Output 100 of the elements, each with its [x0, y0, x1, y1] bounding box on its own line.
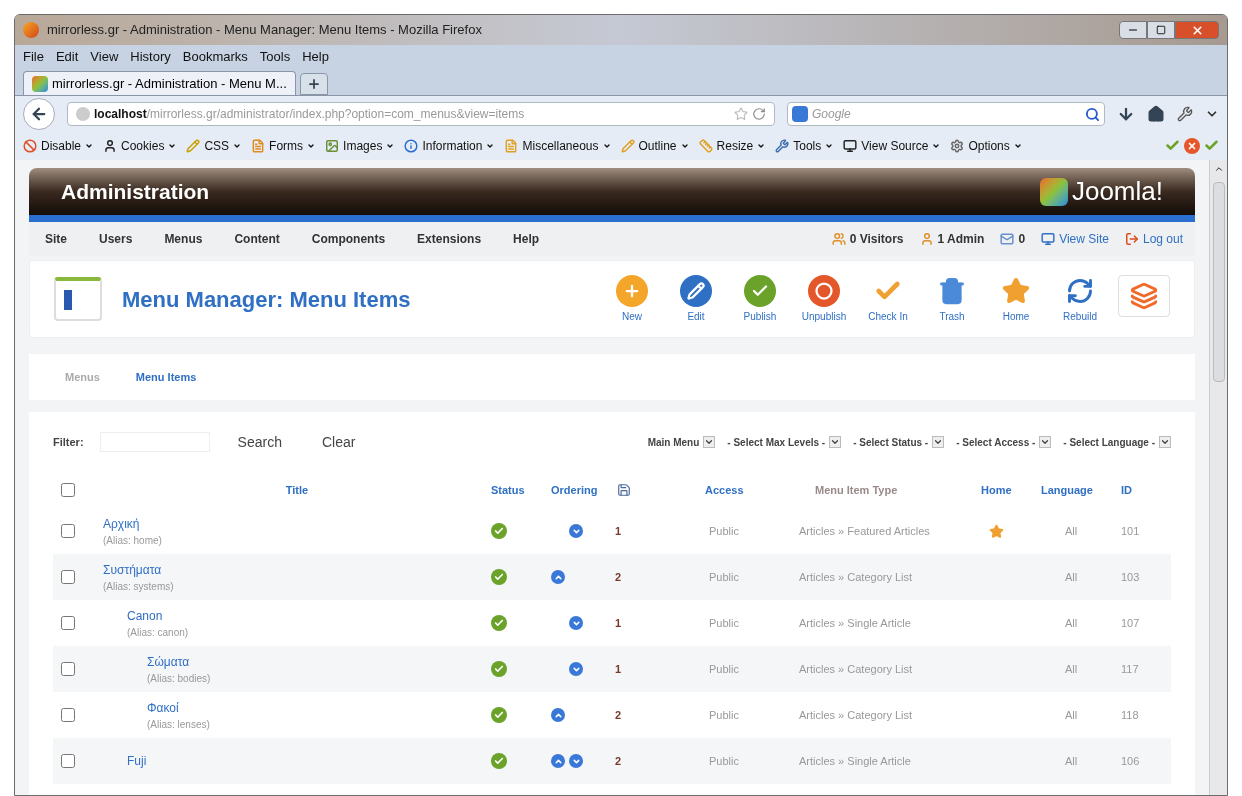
toolbar-menu-button[interactable]: Forms: [251, 137, 316, 155]
admin-menu-item[interactable]: Help: [513, 230, 540, 248]
row-checkbox[interactable]: [61, 524, 75, 538]
search-field[interactable]: Google: [812, 105, 1081, 123]
toolbar-menu-button[interactable]: View Source: [843, 137, 941, 155]
admin-menu-item[interactable]: Users: [99, 230, 133, 248]
admin-menu-item[interactable]: Components: [311, 230, 386, 248]
column-header[interactable]: Status: [491, 481, 551, 499]
order-up-icon[interactable]: [551, 570, 565, 584]
browser-tab[interactable]: mirrorless.gr - Administration - Menu M...: [23, 71, 296, 95]
menu-item[interactable]: Edit: [55, 47, 79, 67]
toolbar-button[interactable]: Home: [990, 274, 1042, 324]
published-icon[interactable]: [491, 707, 507, 723]
menu-item[interactable]: History: [130, 47, 171, 67]
order-up-icon[interactable]: [551, 754, 565, 768]
item-title-link[interactable]: Συστήματα: [103, 560, 491, 579]
menu-item[interactable]: View: [90, 47, 119, 67]
order-down-icon[interactable]: [569, 616, 583, 630]
toolbar-menu-button[interactable]: Outline: [620, 137, 689, 155]
row-checkbox[interactable]: [61, 708, 75, 722]
close-button[interactable]: [1175, 21, 1219, 39]
toolbar-menu-button[interactable]: Tools: [775, 137, 834, 155]
toolbar-menu-button[interactable]: Images: [325, 137, 395, 155]
select-all-checkbox[interactable]: [61, 483, 75, 497]
bookmark-star-icon[interactable]: [734, 107, 748, 121]
menu-item[interactable]: Tools: [259, 47, 291, 67]
toolbar-button[interactable]: Check In: [862, 274, 914, 324]
column-header[interactable]: Home: [981, 481, 1041, 499]
item-title-link[interactable]: Σώματα: [147, 652, 491, 671]
toolbar-menu-button[interactable]: Miscellaneous: [504, 137, 611, 155]
filter-button[interactable]: Search: [225, 431, 294, 453]
toolbar-menu-button[interactable]: Disable: [23, 137, 94, 155]
toolbar-button[interactable]: Unpublish: [798, 274, 850, 324]
filter-select[interactable]: - Select Max Levels -: [727, 434, 842, 450]
back-button[interactable]: [23, 98, 55, 130]
order-down-icon[interactable]: [569, 754, 583, 768]
toolbar-button[interactable]: New: [606, 274, 658, 324]
order-down-icon[interactable]: [569, 524, 583, 538]
scrollbar-thumb[interactable]: [1212, 182, 1225, 382]
scroll-up-icon[interactable]: [1213, 164, 1224, 174]
reload-icon[interactable]: [752, 107, 766, 121]
toolbar-menu-button[interactable]: Resize: [698, 137, 766, 155]
row-checkbox[interactable]: [61, 662, 75, 676]
toolbar-button[interactable]: [1118, 274, 1170, 317]
published-icon[interactable]: [491, 569, 507, 585]
minimize-button[interactable]: [1119, 21, 1147, 39]
home-star-icon[interactable]: [989, 523, 1004, 539]
item-title-link[interactable]: Canon: [127, 606, 491, 625]
order-down-icon[interactable]: [569, 662, 583, 676]
item-title-link[interactable]: Αρχική: [103, 514, 491, 533]
toolbar-menu-button[interactable]: CSS: [186, 137, 242, 155]
toolbar-button[interactable]: Rebuild: [1054, 274, 1106, 324]
address-field[interactable]: localhost/mirrorless.gr/administrator/index.php?option=com_menus&view=items: [67, 102, 775, 126]
search-icon[interactable]: [1085, 106, 1100, 122]
column-header[interactable]: Access: [681, 481, 791, 499]
column-header[interactable]: Title: [285, 481, 309, 499]
row-checkbox[interactable]: [61, 570, 75, 584]
admin-menu-item[interactable]: Site: [45, 230, 67, 248]
admin-menu-item[interactable]: Content: [234, 230, 280, 248]
row-checkbox[interactable]: [61, 754, 75, 768]
column-header[interactable]: Language: [1041, 481, 1121, 499]
toolbar-button[interactable]: Edit: [670, 274, 722, 324]
home-icon[interactable]: [1147, 105, 1165, 123]
menu-item[interactable]: Bookmarks: [182, 47, 248, 67]
status-link[interactable]: View Site: [1041, 230, 1109, 248]
filter-button[interactable]: Clear: [309, 431, 368, 453]
download-icon[interactable]: [1117, 105, 1135, 123]
status-link[interactable]: 0 Visitors: [831, 230, 904, 248]
toolbar-menu-button[interactable]: Cookies: [103, 137, 177, 155]
status-link[interactable]: 1 Admin: [919, 230, 985, 248]
maximize-button[interactable]: [1147, 21, 1175, 39]
toolbar-button[interactable]: Trash: [926, 274, 978, 324]
filter-select[interactable]: Main Menu: [647, 434, 716, 450]
published-icon[interactable]: [491, 661, 507, 677]
admin-menu-item[interactable]: Extensions: [417, 230, 482, 248]
column-header[interactable]: ID: [1121, 481, 1171, 499]
toolbar-menu-button[interactable]: Options: [950, 137, 1022, 155]
extension-icon[interactable]: [1177, 106, 1193, 122]
row-checkbox[interactable]: [61, 616, 75, 630]
toolbar-button[interactable]: Publish: [734, 274, 786, 324]
search-bar[interactable]: Google: [787, 102, 1105, 126]
item-title-link[interactable]: Φακοί: [147, 698, 491, 717]
menu-item[interactable]: File: [23, 47, 44, 67]
admin-menu-item[interactable]: Menus: [164, 230, 203, 248]
published-icon[interactable]: [491, 615, 507, 631]
item-title-link[interactable]: Fuji: [127, 752, 491, 770]
new-tab-button[interactable]: [299, 73, 328, 95]
order-up-icon[interactable]: [551, 708, 565, 722]
submenu-tab[interactable]: Menu Items: [135, 368, 197, 386]
published-icon[interactable]: [491, 753, 507, 769]
save-order-icon[interactable]: [617, 483, 632, 497]
status-link[interactable]: Log out: [1124, 230, 1183, 248]
filter-select[interactable]: - Select Status -: [853, 434, 945, 450]
column-header[interactable]: Ordering: [551, 481, 598, 499]
filter-select[interactable]: - Select Access -: [956, 434, 1052, 450]
published-icon[interactable]: [491, 523, 507, 539]
status-link[interactable]: 0: [1000, 230, 1026, 248]
scrollbar[interactable]: [1209, 160, 1227, 795]
filter-select[interactable]: - Select Language -: [1063, 434, 1171, 450]
menu-item[interactable]: Help: [302, 47, 329, 67]
